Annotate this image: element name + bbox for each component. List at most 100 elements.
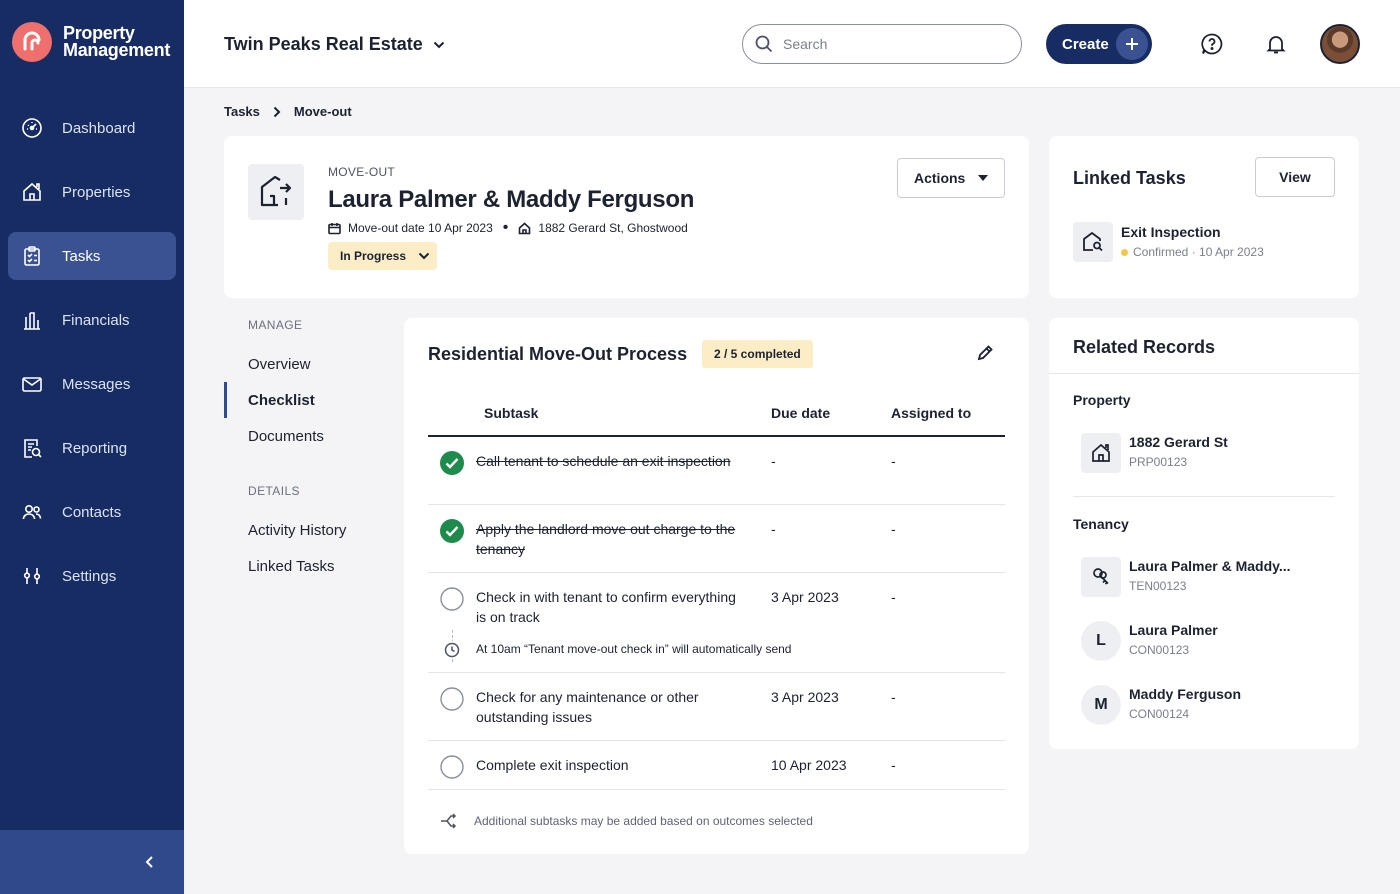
- sidebar-item-label: Reporting: [62, 439, 128, 457]
- linked-tasks-card: Linked Tasks View Exit Inspection Confir…: [1049, 136, 1359, 298]
- sidebar-item-label: Contacts: [62, 503, 122, 521]
- status-dropdown[interactable]: In Progress: [328, 242, 438, 270]
- check-circle-icon[interactable]: [440, 451, 464, 475]
- footer-note: Additional subtasks may be added based o…: [474, 814, 813, 828]
- contact-code: CON00124: [1129, 707, 1190, 721]
- checklist-title: Residential Move-Out Process: [428, 344, 688, 364]
- related-tenancy[interactable]: Laura Palmer & Maddy... TEN00123: [1081, 557, 1341, 601]
- subnav-activity-history[interactable]: Activity History: [224, 512, 394, 548]
- subtask-text[interactable]: Call tenant to schedule an exit inspecti…: [476, 451, 746, 471]
- table-row: Complete exit inspection 10 Apr 2023 -: [428, 741, 1005, 790]
- sidebar-item-tasks[interactable]: Tasks: [8, 232, 176, 280]
- related-property[interactable]: 1882 Gerard St PRP00123: [1081, 433, 1341, 477]
- divider: [1049, 373, 1359, 374]
- column-header-due-date[interactable]: Due date: [771, 405, 830, 421]
- subtask-text[interactable]: Check for any maintenance or other outst…: [476, 687, 746, 727]
- empty-circle-icon[interactable]: [440, 687, 464, 711]
- sidebar-item-messages[interactable]: Messages: [8, 360, 176, 408]
- view-button[interactable]: View: [1255, 157, 1335, 197]
- details-section-label: DETAILS: [248, 484, 300, 498]
- create-button[interactable]: Create: [1046, 24, 1152, 64]
- collapse-sidebar-button[interactable]: [140, 852, 160, 872]
- dashboard-icon: [21, 117, 43, 139]
- column-header-subtask[interactable]: Subtask: [484, 405, 538, 421]
- subnav-linked-tasks[interactable]: Linked Tasks: [224, 548, 394, 584]
- keys-icon: [1081, 557, 1121, 597]
- sidebar-item-contacts[interactable]: Contacts: [8, 488, 176, 536]
- manage-section-label: MANAGE: [248, 318, 303, 332]
- check-circle-icon[interactable]: [440, 519, 464, 543]
- clock-icon: [443, 641, 461, 659]
- empty-circle-icon[interactable]: [440, 587, 464, 611]
- due-date: -: [771, 453, 776, 469]
- sidebar-item-financials[interactable]: Financials: [8, 296, 176, 344]
- house-icon: [21, 181, 43, 203]
- subtask-text[interactable]: Check in with tenant to confirm everythi…: [476, 587, 746, 627]
- search-input[interactable]: [783, 36, 1003, 52]
- table-row: Check for any maintenance or other outst…: [428, 673, 1005, 741]
- related-contact[interactable]: M Maddy Ferguson CON00124: [1081, 685, 1341, 729]
- sidebar-item-label: Financials: [62, 311, 130, 329]
- task-address[interactable]: 1882 Gerard St, Ghostwood: [538, 221, 687, 235]
- assignee[interactable]: -: [891, 451, 896, 471]
- house-icon: [518, 221, 531, 235]
- sidebar-item-label: Messages: [62, 375, 131, 393]
- calendar-icon: [328, 222, 341, 235]
- due-date: 10 Apr 2023: [771, 757, 847, 773]
- due-date: -: [771, 521, 776, 537]
- due-date: 3 Apr 2023: [771, 589, 839, 605]
- sliders-icon: [21, 565, 43, 587]
- brand-name: Property Management: [63, 23, 171, 60]
- task-subnav: MANAGE Overview Checklist Documents DETA…: [224, 318, 394, 584]
- assignee[interactable]: -: [891, 519, 896, 539]
- actions-label: Actions: [914, 170, 966, 186]
- sidebar-item-label: Settings: [62, 567, 117, 585]
- linked-task-status-text: Confirmed · 10 Apr 2023: [1133, 245, 1264, 259]
- subtask-text[interactable]: Complete exit inspection: [476, 755, 746, 775]
- sidebar: Property Management Dashboard Properties…: [0, 0, 184, 894]
- branch-icon: [441, 813, 457, 829]
- task-type: MOVE-OUT: [328, 165, 396, 179]
- sidebar-item-properties[interactable]: Properties: [8, 168, 176, 216]
- user-avatar[interactable]: [1320, 24, 1360, 64]
- assignee[interactable]: -: [891, 587, 896, 607]
- subnav-documents[interactable]: Documents: [224, 418, 394, 454]
- linked-task-name[interactable]: Exit Inspection: [1121, 224, 1221, 240]
- brand[interactable]: Property Management: [12, 22, 170, 62]
- assignee[interactable]: -: [891, 755, 896, 775]
- sidebar-item-label: Dashboard: [62, 119, 136, 137]
- top-header: Twin Peaks Real Estate Create: [184, 0, 1400, 88]
- help-icon[interactable]: [1200, 32, 1224, 56]
- empty-circle-icon[interactable]: [440, 755, 464, 779]
- actions-button[interactable]: Actions: [897, 158, 1005, 198]
- edit-pencil-icon[interactable]: [974, 342, 996, 364]
- plus-icon: [1116, 28, 1148, 60]
- subtask-text[interactable]: Apply the landlord move out charge to th…: [476, 519, 746, 559]
- automation-note: At 10am “Tenant move-out check in” will …: [476, 642, 792, 656]
- column-header-assigned-to[interactable]: Assigned to: [891, 405, 971, 421]
- table-row: Call tenant to schedule an exit inspecti…: [428, 437, 1005, 505]
- bank-icon: [21, 309, 43, 331]
- sidebar-nav: Dashboard Properties Tasks Financials Me…: [8, 104, 176, 616]
- search-box[interactable]: [742, 24, 1022, 64]
- subnav-overview[interactable]: Overview: [224, 346, 394, 382]
- sidebar-item-reporting[interactable]: Reporting: [8, 424, 176, 472]
- checklist-card: Residential Move-Out Process 2 / 5 compl…: [404, 318, 1029, 854]
- breadcrumb-link-tasks[interactable]: Tasks: [224, 104, 260, 119]
- contact-initial-avatar: M: [1081, 685, 1121, 725]
- contact-initial-avatar: L: [1081, 621, 1121, 661]
- divider: [1073, 496, 1335, 497]
- sidebar-item-settings[interactable]: Settings: [8, 552, 176, 600]
- related-contact[interactable]: L Laura Palmer CON00123: [1081, 621, 1341, 665]
- breadcrumb: Tasks Move-out: [224, 104, 352, 119]
- caret-down-icon: [978, 175, 989, 181]
- breadcrumb-current: Move-out: [293, 104, 352, 119]
- assignee[interactable]: -: [891, 687, 896, 707]
- bell-icon[interactable]: [1264, 32, 1288, 56]
- create-button-label: Create: [1062, 35, 1109, 53]
- house-search-icon: [1073, 222, 1113, 262]
- sidebar-item-dashboard[interactable]: Dashboard: [8, 104, 176, 152]
- subnav-checklist[interactable]: Checklist: [224, 382, 394, 418]
- due-date: 3 Apr 2023: [771, 689, 839, 705]
- company-switcher[interactable]: Twin Peaks Real Estate: [224, 34, 445, 55]
